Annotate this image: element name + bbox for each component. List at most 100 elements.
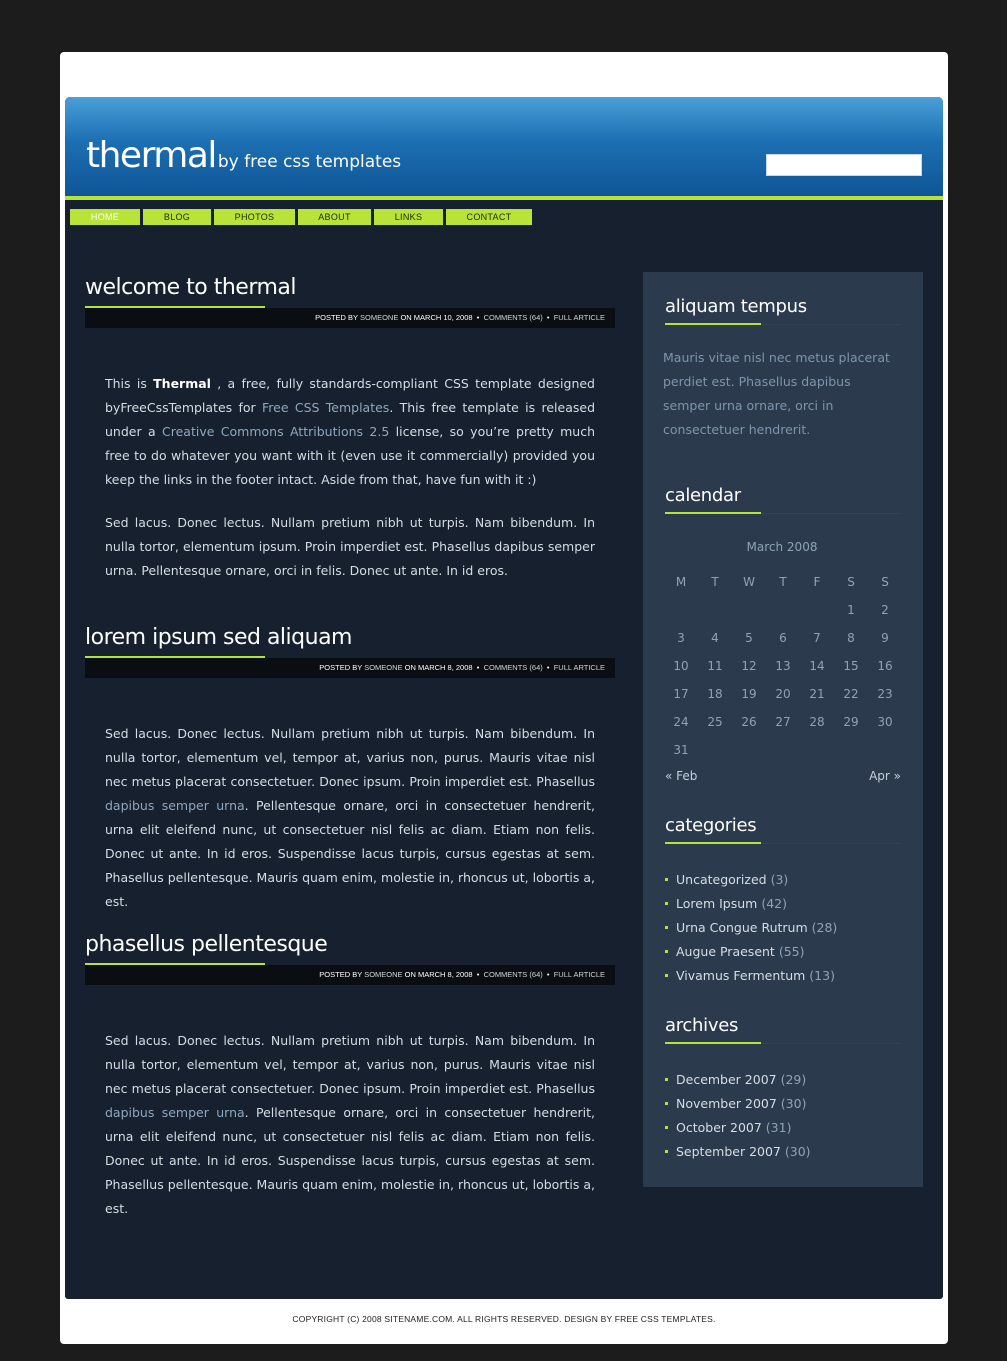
calendar-weekday: S	[847, 575, 855, 589]
archive-link[interactable]: September 2007	[676, 1144, 781, 1159]
creative-commons-link[interactable]: Creative Commons Attributions 2.5	[162, 424, 389, 439]
menu-item-links[interactable]: LINKS	[374, 209, 443, 225]
dapibus-link[interactable]: dapibus semper urna	[105, 1105, 245, 1120]
archive-link[interactable]: October 2007	[676, 1120, 762, 1135]
post-paragraph: Sed lacus. Donec lectus. Nullam pretium …	[105, 515, 595, 578]
bullet-icon	[665, 1149, 668, 1153]
meta-full-article-link[interactable]: FULL ARTICLE	[554, 313, 605, 322]
post-title[interactable]: lorem ipsum sed aliquam	[85, 625, 352, 650]
meta-author-link[interactable]: SOMEONE	[364, 970, 402, 979]
category-link[interactable]: Uncategorized	[676, 872, 767, 887]
calendar-day: 27	[775, 715, 791, 729]
meta-author-link[interactable]: SOMEONE	[364, 663, 402, 672]
meta-separator: •	[546, 663, 550, 672]
list-item: Urna Congue Rutrum (28)	[663, 916, 837, 940]
aliquam-text: Mauris vitae nisl nec metus placerat per…	[663, 350, 890, 437]
calendar-day: 6	[779, 631, 787, 645]
menu-item-home[interactable]: HOME	[70, 209, 140, 225]
sidebar: aliquam tempus Mauris vitae nisl nec met…	[643, 272, 923, 1187]
post-paragraph: This is Thermal , a free, fully standard…	[105, 372, 595, 492]
calendar-day: 25	[707, 715, 723, 729]
category-link[interactable]: Vivamus Fermentum	[676, 968, 805, 983]
calendar-day: 1	[847, 603, 855, 617]
post-meta: POSTED BY SOMEONE ON MARCH 8, 2008 • COM…	[85, 965, 615, 985]
free-css-templates-link[interactable]: Free CSS Templates	[262, 400, 389, 415]
calendar-day: 24	[673, 715, 689, 729]
site-header: thermal by free css templates	[65, 97, 943, 196]
meta-author-link[interactable]: SOMEONE	[360, 313, 398, 322]
calendar-weekday: M	[675, 575, 687, 589]
category-link[interactable]: Urna Congue Rutrum	[676, 920, 808, 935]
bullet-icon	[665, 1101, 668, 1105]
post-title[interactable]: phasellus pellentesque	[85, 932, 328, 957]
category-count: (3)	[770, 872, 789, 887]
meta-date: MARCH 8, 2008	[417, 970, 473, 979]
calendar-day: 16	[877, 659, 893, 673]
text-span: This is	[105, 376, 154, 391]
bullet-icon	[665, 949, 668, 953]
calendar-day: 31	[673, 743, 689, 757]
menu-item-contact[interactable]: CONTACT	[446, 209, 532, 225]
menu-item-photos[interactable]: PHOTOS	[214, 209, 295, 225]
calendar-week-row: 17 18 19 20 21 22 23	[664, 680, 902, 708]
heading-underline	[665, 1042, 761, 1044]
meta-separator: •	[546, 313, 550, 322]
list-item: Vivamus Fermentum (13)	[663, 964, 837, 988]
calendar-day: 20	[775, 687, 791, 701]
meta-separator: •	[476, 663, 480, 672]
category-link[interactable]: Lorem Ipsum	[676, 896, 757, 911]
calendar-day: 4	[711, 631, 719, 645]
calendar-day: 29	[843, 715, 859, 729]
site-footer: COPYRIGHT (C) 2008 SITENAME.COM. ALL RIG…	[292, 1314, 716, 1324]
post-meta: POSTED BY SOMEONE ON MARCH 10, 2008 • CO…	[85, 308, 615, 328]
meta-on: ON	[404, 970, 416, 979]
meta-comments-link[interactable]: COMMENTS (64)	[484, 313, 543, 322]
menu-item-blog[interactable]: BLOG	[143, 209, 211, 225]
calendar-next-link[interactable]: Apr »	[869, 769, 901, 783]
calendar-week-row: 31	[664, 736, 902, 764]
post-title[interactable]: welcome to thermal	[85, 275, 297, 300]
search-input[interactable]	[766, 154, 922, 176]
meta-full-article-link[interactable]: FULL ARTICLE	[554, 663, 605, 672]
calendar-day: 3	[677, 631, 685, 645]
sidebar-heading-archives: archives	[665, 1015, 739, 1036]
calendar-day: 28	[809, 715, 825, 729]
text-span: . Pellentesque ornare, orci in consectet…	[105, 1105, 596, 1216]
meta-on: ON	[400, 313, 412, 322]
calendar-day: 26	[741, 715, 757, 729]
archive-link[interactable]: December 2007	[676, 1072, 777, 1087]
calendar-day: 2	[881, 603, 889, 617]
meta-comments-link[interactable]: COMMENTS (64)	[484, 970, 543, 979]
calendar-day	[732, 736, 766, 764]
calendar-day	[800, 596, 834, 624]
archive-link[interactable]: November 2007	[676, 1096, 777, 1111]
calendar-day	[766, 596, 800, 624]
logo-subtitle: by free css templates	[217, 152, 402, 172]
meta-separator: •	[476, 970, 480, 979]
calendar-weekday-row: MTWTFSS	[664, 568, 902, 596]
category-count: (13)	[809, 968, 835, 983]
bullet-icon	[665, 925, 668, 929]
meta-on: ON	[404, 663, 416, 672]
heading-rule	[761, 324, 901, 325]
sidebar-heading-calendar: calendar	[665, 485, 741, 506]
calendar-day: 11	[707, 659, 723, 673]
calendar-day: 12	[741, 659, 757, 673]
archive-count: (30)	[780, 1096, 807, 1111]
dapibus-link[interactable]: dapibus semper urna	[105, 798, 245, 813]
meta-date: MARCH 8, 2008	[417, 663, 473, 672]
post-meta: POSTED BY SOMEONE ON MARCH 8, 2008 • COM…	[85, 658, 615, 678]
calendar-day	[664, 596, 698, 624]
calendar-week-row: 3 4 5 6 7 8 9	[664, 624, 902, 652]
site-wrapper: thermal by free css templates HOME BLOG P…	[65, 97, 943, 1299]
site-logo[interactable]: thermal by free css templates	[86, 135, 401, 176]
category-link[interactable]: Augue Praesent	[676, 944, 775, 959]
logo-title: thermal	[86, 135, 217, 176]
list-item: September 2007 (30)	[663, 1140, 811, 1164]
calendar-prev-link[interactable]: « Feb	[665, 769, 697, 783]
meta-full-article-link[interactable]: FULL ARTICLE	[554, 970, 605, 979]
meta-comments-link[interactable]: COMMENTS (64)	[484, 663, 543, 672]
menu-item-about[interactable]: ABOUT	[298, 209, 371, 225]
calendar-day: 23	[877, 687, 893, 701]
calendar-caption: March 2008	[746, 540, 818, 554]
